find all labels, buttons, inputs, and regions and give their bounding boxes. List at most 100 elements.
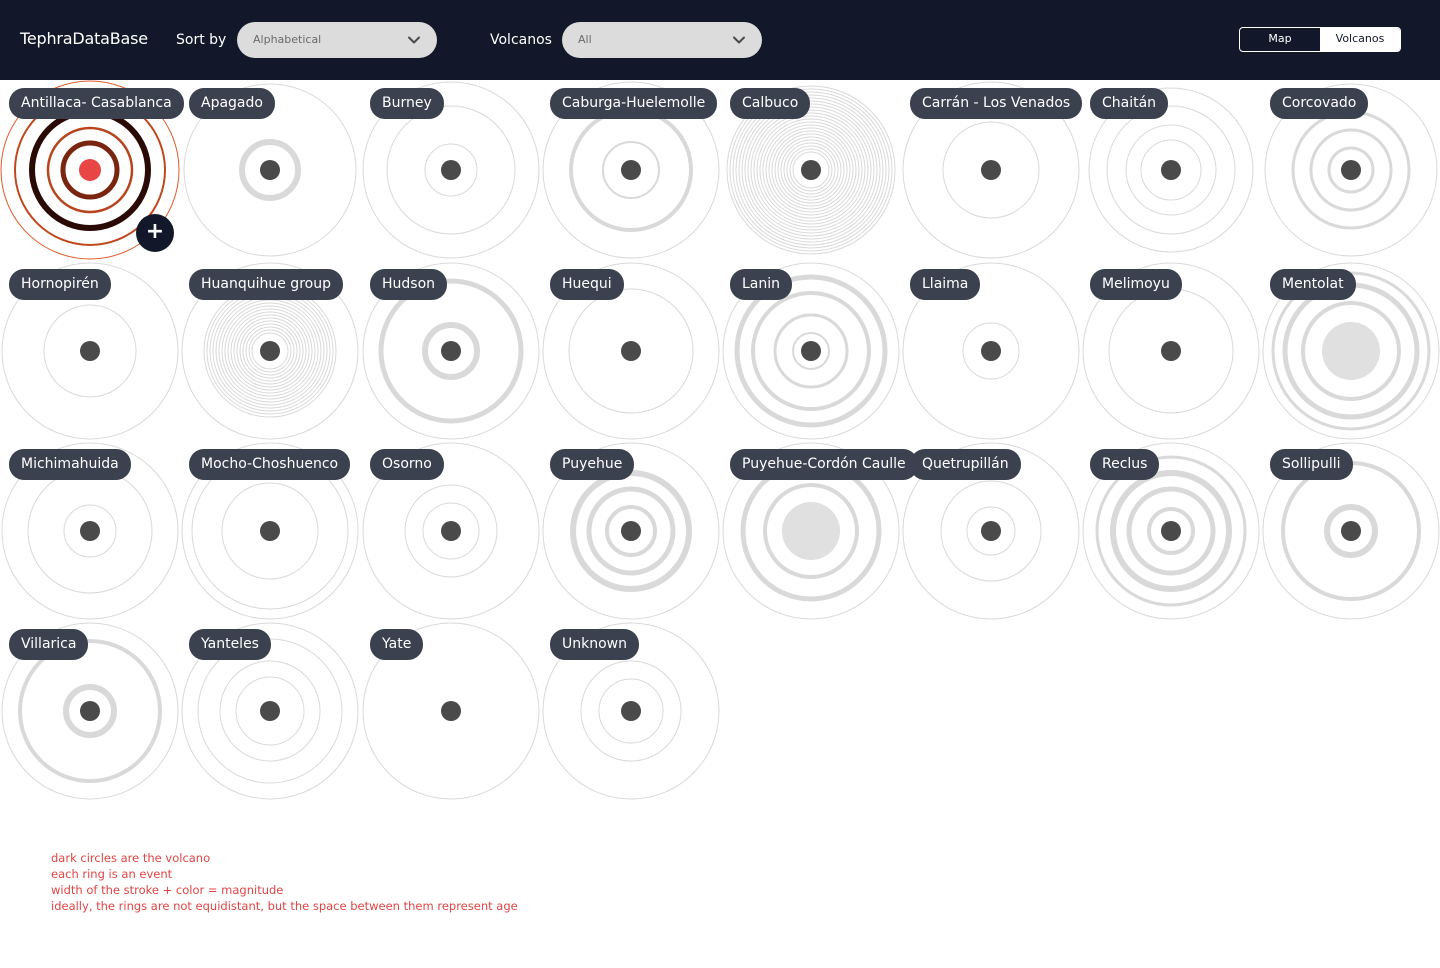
volcano-name-badge: Reclus bbox=[1090, 449, 1160, 480]
volcano-core bbox=[782, 502, 840, 560]
volcano-tile[interactable]: Hudson bbox=[361, 261, 541, 442]
volcano-core bbox=[441, 701, 461, 721]
volcano-core bbox=[260, 160, 280, 180]
volcano-tile[interactable]: Reclus bbox=[1081, 441, 1261, 622]
volcano-tile[interactable]: Huequi bbox=[541, 261, 721, 442]
volcano-core bbox=[981, 341, 1001, 361]
volcano-name-badge: Puyehue-Cordón Caulle bbox=[730, 449, 918, 480]
volcano-name-badge: Chaitán bbox=[1090, 88, 1169, 119]
view-volcanos-button[interactable]: Volcanos bbox=[1320, 28, 1400, 51]
plus-icon[interactable]: + bbox=[136, 214, 174, 252]
volcano-tile[interactable]: Quetrupillán bbox=[901, 441, 1081, 622]
volcano-tile[interactable]: Sollipulli bbox=[1261, 441, 1440, 622]
volcano-core bbox=[801, 160, 821, 180]
volcanos-value: All bbox=[578, 33, 592, 46]
volcano-tile[interactable]: Michimahuida bbox=[0, 441, 180, 622]
volcano-core bbox=[80, 521, 100, 541]
volcano-tile[interactable]: Unknown bbox=[541, 621, 721, 802]
volcanos-dropdown[interactable]: All bbox=[562, 22, 762, 58]
volcano-core bbox=[80, 341, 100, 361]
volcano-tile[interactable]: Corcovado bbox=[1261, 80, 1440, 261]
volcano-tile[interactable]: Caburga-Huelemolle bbox=[541, 80, 721, 261]
volcano-tile[interactable]: Yate bbox=[361, 621, 541, 802]
volcano-name-badge: Carrán - Los Venados bbox=[910, 88, 1083, 119]
volcano-tile[interactable]: Calbuco bbox=[721, 80, 901, 261]
volcano-tile[interactable]: Carrán - Los Venados bbox=[901, 80, 1083, 261]
note-line: each ring is an event bbox=[51, 867, 173, 881]
brand-logo[interactable]: TephraDataBase bbox=[20, 29, 148, 48]
volcano-core bbox=[260, 521, 280, 541]
volcano-tile[interactable]: Osorno bbox=[361, 441, 541, 622]
volcano-name-badge: Mentolat bbox=[1270, 269, 1356, 300]
volcano-name-badge: Antillaca- Casablanca bbox=[9, 88, 184, 119]
volcano-core bbox=[621, 341, 641, 361]
volcano-core bbox=[981, 521, 1001, 541]
volcano-tile[interactable]: Villarica bbox=[0, 621, 180, 802]
volcano-tile[interactable]: Chaitán bbox=[1081, 80, 1261, 261]
volcano-tile[interactable]: Huanquihue group bbox=[180, 261, 360, 442]
top-bar: TephraDataBase Sort by Alphabetical Volc… bbox=[0, 0, 1440, 80]
volcano-core bbox=[260, 341, 280, 361]
legend-notes: dark circles are the volcano each ring i… bbox=[51, 850, 518, 914]
volcano-name-badge: Unknown bbox=[550, 629, 639, 660]
volcano-tile[interactable]: Hornopirén bbox=[0, 261, 180, 442]
volcano-core bbox=[1322, 322, 1380, 380]
volcano-grid: Antillaca- Casablanca + Apagado Burney Cabur… bbox=[0, 80, 1440, 820]
volcano-name-badge: Michimahuida bbox=[9, 449, 131, 480]
volcano-core bbox=[79, 159, 101, 181]
volcano-name-badge: Caburga-Huelemolle bbox=[550, 88, 718, 119]
volcano-name-badge: Lanin bbox=[730, 269, 793, 300]
volcano-core bbox=[260, 701, 280, 721]
volcano-name-badge: Hornopirén bbox=[9, 269, 111, 300]
volcanos-label: Volcanos bbox=[490, 32, 552, 48]
volcano-name-badge: Calbuco bbox=[730, 88, 811, 119]
volcano-core bbox=[441, 160, 461, 180]
sort-label: Sort by bbox=[176, 32, 227, 48]
volcano-tile[interactable]: Mentolat bbox=[1261, 261, 1440, 442]
volcano-core bbox=[981, 160, 1001, 180]
volcano-core bbox=[1161, 160, 1181, 180]
chevron-down-icon bbox=[733, 36, 745, 44]
volcano-name-badge: Quetrupillán bbox=[910, 449, 1021, 480]
volcano-tile[interactable]: Yanteles bbox=[180, 621, 360, 802]
volcano-tile[interactable]: Puyehue bbox=[541, 441, 721, 622]
volcano-name-badge: Huequi bbox=[550, 269, 624, 300]
volcano-name-badge: Puyehue bbox=[550, 449, 635, 480]
volcano-core bbox=[441, 341, 461, 361]
volcano-tile[interactable]: Puyehue-Cordón Caulle bbox=[721, 441, 918, 622]
volcano-tile[interactable]: Lanin bbox=[721, 261, 901, 442]
volcano-tile[interactable]: Melimoyu bbox=[1081, 261, 1261, 442]
sort-dropdown[interactable]: Alphabetical bbox=[237, 22, 437, 58]
note-line: dark circles are the volcano bbox=[51, 851, 211, 865]
volcano-tile[interactable]: Burney bbox=[361, 80, 541, 261]
volcano-name-badge: Melimoyu bbox=[1090, 269, 1182, 300]
volcano-name-badge: Yate bbox=[370, 629, 424, 660]
volcano-name-badge: Llaima bbox=[910, 269, 981, 300]
volcano-tile[interactable]: Mocho-Choshuenco bbox=[180, 441, 360, 622]
volcano-core bbox=[441, 521, 461, 541]
volcano-name-badge: Yanteles bbox=[189, 629, 271, 660]
note-line: width of the stroke + color = magnitude bbox=[51, 883, 284, 897]
chevron-down-icon bbox=[408, 36, 420, 44]
volcano-tile[interactable]: Antillaca- Casablanca + bbox=[0, 80, 184, 261]
note-line: ideally, the rings are not equidistant, … bbox=[51, 899, 518, 913]
sort-value: Alphabetical bbox=[253, 33, 322, 46]
volcano-core bbox=[621, 160, 641, 180]
volcano-core bbox=[80, 701, 100, 721]
volcano-name-badge: Osorno bbox=[370, 449, 444, 480]
volcano-name-badge: Sollipulli bbox=[1270, 449, 1353, 480]
volcano-core bbox=[1161, 341, 1181, 361]
volcano-name-badge: Burney bbox=[370, 88, 444, 119]
volcano-core bbox=[1161, 521, 1181, 541]
volcano-core bbox=[1341, 160, 1361, 180]
volcano-core bbox=[801, 341, 821, 361]
volcano-core bbox=[1341, 521, 1361, 541]
volcano-core bbox=[621, 701, 641, 721]
volcano-name-badge: Mocho-Choshuenco bbox=[189, 449, 351, 480]
view-toggle: Map Volcanos bbox=[1239, 27, 1401, 52]
view-map-button[interactable]: Map bbox=[1240, 28, 1320, 51]
volcano-core bbox=[621, 521, 641, 541]
volcano-name-badge: Villarica bbox=[9, 629, 89, 660]
volcano-tile[interactable]: Llaima bbox=[901, 261, 1081, 442]
volcano-tile[interactable]: Apagado bbox=[180, 80, 360, 261]
